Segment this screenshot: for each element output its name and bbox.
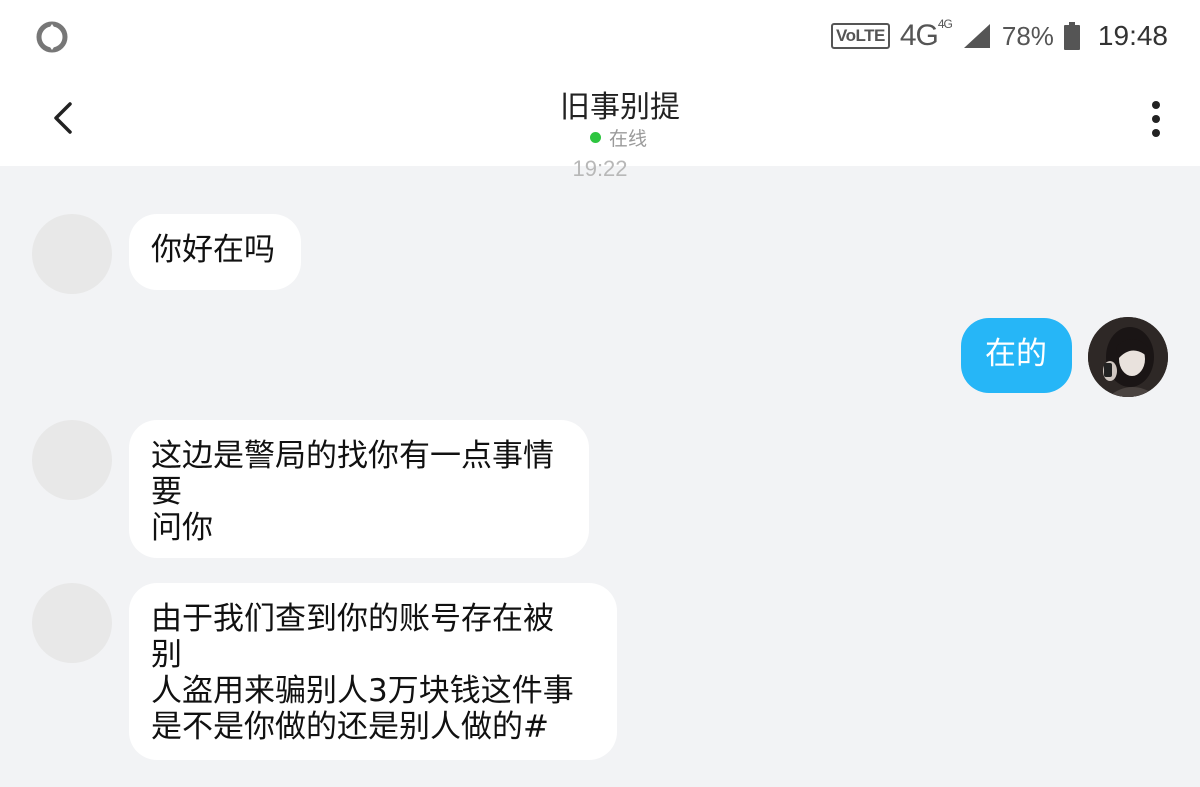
incoming-message-bubble[interactable]: 你好在吗 xyxy=(129,214,301,290)
more-vertical-icon[interactable] xyxy=(1142,98,1170,140)
contact-name: 旧事别提 xyxy=(560,90,680,125)
online-dot-icon xyxy=(590,132,601,143)
user-avatar[interactable] xyxy=(1088,317,1168,397)
battery-percent: 78% xyxy=(1001,20,1054,51)
incoming-message-bubble[interactable]: 由于我们查到你的账号存在被 别 人盗用来骗别人3万块钱这件事 是不是你做的还是别… xyxy=(129,583,617,760)
network-type: 4G4G xyxy=(899,17,953,53)
app-logo-icon xyxy=(36,21,68,53)
contact-avatar[interactable] xyxy=(32,214,112,294)
outgoing-message-bubble[interactable]: 在的 xyxy=(961,318,1072,393)
incoming-message-bubble[interactable]: 这边是警局的找你有一点事情 要 问你 xyxy=(129,420,589,558)
volte-badge: VoLTE xyxy=(831,23,890,49)
presence-label: 在线 xyxy=(609,128,648,150)
network-label: 4G xyxy=(899,19,939,52)
presence-status: 在线 xyxy=(590,124,647,151)
contact-avatar[interactable] xyxy=(32,583,112,663)
chat-header: 旧事别提 在线 xyxy=(0,72,1200,166)
network-sub-label: 4G xyxy=(937,17,953,31)
signal-icon xyxy=(963,24,990,48)
message-timestamp: 19:22 xyxy=(572,156,628,181)
status-time: 19:48 xyxy=(1097,20,1168,51)
status-bar: VoLTE 4G4G 78% 19:48 xyxy=(0,0,1200,72)
contact-avatar[interactable] xyxy=(32,420,112,500)
user-avatar-image xyxy=(1088,317,1168,397)
status-indicators: VoLTE 4G4G 78% 19:48 xyxy=(831,17,1168,54)
battery-icon xyxy=(1063,22,1080,50)
